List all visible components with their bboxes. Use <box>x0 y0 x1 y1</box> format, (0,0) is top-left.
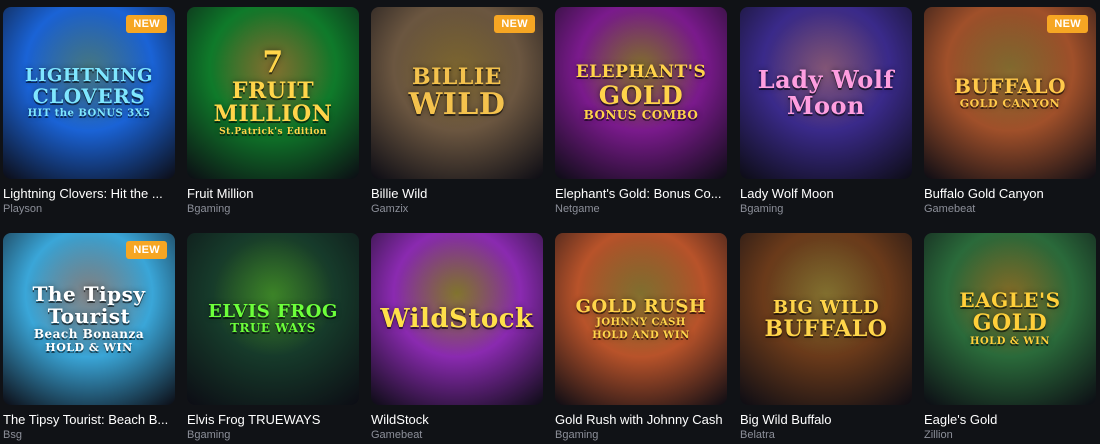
game-provider: Zillion <box>924 429 953 441</box>
game-logo-line: The Tipsy <box>32 281 146 306</box>
game-logo: ELVIS FROG TRUE WAYS <box>202 301 344 336</box>
game-card[interactable]: EAGLE'S GOLD HOLD & WIN Eagle's Gold Zillion <box>924 233 1096 441</box>
game-title[interactable]: Gold Rush with Johnny Cash <box>555 412 727 427</box>
game-card[interactable]: BILLIE WILD NEW Billie Wild Gamzix <box>371 7 543 215</box>
game-logo-line: GOLD <box>972 310 1048 337</box>
game-logo-line: JOHNNY CASH <box>596 317 686 329</box>
game-title[interactable]: Billie Wild <box>371 186 543 201</box>
game-thumbnail[interactable]: BILLIE WILD NEW <box>371 7 543 179</box>
game-card[interactable]: Lady Wolf Moon Lady Wolf Moon Bgaming <box>740 7 912 215</box>
game-card[interactable]: ELVIS FROG TRUE WAYS Elvis Frog TRUEWAYS Bg… <box>187 233 359 441</box>
new-badge: NEW <box>494 15 535 33</box>
game-title[interactable]: Fruit Million <box>187 186 359 201</box>
game-thumbnail[interactable]: BIG WILD BUFFALO <box>740 233 912 405</box>
game-logo-line: GOLD CANYON <box>959 96 1061 110</box>
game-provider: Bgaming <box>187 203 231 215</box>
game-logo: ELEPHANT'S GOLD BONUS COMBO <box>570 62 713 123</box>
game-logo-line: FRUIT <box>231 77 315 104</box>
game-logo-line: LIGHTNING <box>24 65 154 87</box>
game-thumbnail[interactable]: BUFFALO GOLD CANYON NEW <box>924 7 1096 179</box>
game-thumbnail[interactable]: Lady Wolf Moon <box>740 7 912 179</box>
game-title[interactable]: Eagle's Gold <box>924 412 1096 427</box>
game-logo-line: TRUE WAYS <box>230 321 316 336</box>
game-logo-line: WildStock <box>380 303 534 334</box>
game-title[interactable]: The Tipsy Tourist: Beach B... <box>3 412 175 427</box>
game-logo-line: Beach Bonanza <box>33 326 145 341</box>
game-card[interactable]: BUFFALO GOLD CANYON NEW Buffalo Gold Canyon… <box>924 7 1096 215</box>
game-provider: Bgaming <box>187 429 231 441</box>
game-logo: GOLD RUSH JOHNNY CASH HOLD AND WIN <box>570 295 713 341</box>
game-logo-line: MILLION <box>213 101 333 128</box>
game-logo-line: BILLIE <box>412 63 502 90</box>
game-title[interactable]: Buffalo Gold Canyon <box>924 186 1096 201</box>
game-logo-line: Tourist <box>47 303 131 328</box>
game-provider: Bgaming <box>740 203 784 215</box>
game-title[interactable]: Lady Wolf Moon <box>740 186 912 201</box>
artwork-glow <box>397 237 517 357</box>
game-logo-line: GOLD <box>598 80 684 110</box>
game-provider: Gamebeat <box>924 203 976 215</box>
game-thumbnail[interactable]: The Tipsy Tourist Beach Bonanza HOLD & WIN N… <box>3 233 175 405</box>
game-logo-line: 7 <box>262 45 284 81</box>
game-title[interactable]: Lightning Clovers: Hit the ... <box>3 186 175 201</box>
game-logo: Lady Wolf Moon <box>752 64 900 120</box>
game-provider: Netgame <box>555 203 600 215</box>
game-title[interactable]: Elvis Frog TRUEWAYS <box>187 412 359 427</box>
game-provider: Bsg <box>3 429 22 441</box>
game-logo-line: HOLD AND WIN <box>592 329 690 341</box>
game-provider: Gamzix <box>371 203 409 215</box>
game-logo-line: GOLD RUSH <box>575 295 707 317</box>
game-provider: Bgaming <box>555 429 599 441</box>
game-thumbnail[interactable]: GOLD RUSH JOHNNY CASH HOLD AND WIN <box>555 233 727 405</box>
game-logo-line: HOLD & WIN <box>970 336 1050 348</box>
new-badge: NEW <box>1047 15 1088 33</box>
game-card[interactable]: 7 FRUIT MILLION St.Patrick's Edition Fruit M… <box>187 7 359 215</box>
game-card[interactable]: WildStock WildStock Gamebeat <box>371 233 543 441</box>
game-thumbnail[interactable]: ELVIS FROG TRUE WAYS <box>187 233 359 405</box>
game-logo: BIG WILD BUFFALO <box>759 296 894 342</box>
game-logo: BILLIE WILD <box>403 63 512 122</box>
game-logo: WildStock <box>374 303 539 334</box>
game-thumbnail[interactable]: ELEPHANT'S GOLD BONUS COMBO <box>555 7 727 179</box>
game-grid: LIGHTNING CLOVERS HIT the BONUS 3X5 NEW Ligh… <box>0 0 1100 444</box>
game-provider: Playson <box>3 203 43 215</box>
game-logo-line: HIT the BONUS 3X5 <box>27 108 151 120</box>
game-card[interactable]: GOLD RUSH JOHNNY CASH HOLD AND WIN Gold Rus… <box>555 233 727 441</box>
game-logo: LIGHTNING CLOVERS HIT the BONUS 3X5 <box>19 67 159 119</box>
game-logo-line: Moon <box>786 90 865 120</box>
new-badge: NEW <box>126 241 167 259</box>
game-logo-line: ELEPHANT'S <box>575 62 707 83</box>
new-badge: NEW <box>126 15 167 33</box>
game-card[interactable]: LIGHTNING CLOVERS HIT the BONUS 3X5 NEW Ligh… <box>3 7 175 215</box>
game-provider: Belatra <box>740 429 775 441</box>
game-card[interactable]: BIG WILD BUFFALO Big Wild Buffalo Belatra <box>740 233 912 441</box>
game-logo: The Tipsy Tourist Beach Bonanza HOLD & WIN <box>27 281 152 354</box>
game-logo-line: BIG WILD <box>772 296 880 318</box>
game-logo: 7 FRUIT MILLION St.Patrick's Edition <box>208 45 339 138</box>
game-logo-line: WILD <box>408 86 506 122</box>
game-logo: EAGLE'S GOLD HOLD & WIN <box>953 288 1066 348</box>
game-thumbnail[interactable]: EAGLE'S GOLD HOLD & WIN <box>924 233 1096 405</box>
game-logo-line: EAGLE'S <box>959 288 1061 313</box>
game-provider: Gamebeat <box>371 429 423 441</box>
game-logo: BUFFALO GOLD CANYON <box>948 73 1072 110</box>
game-card[interactable]: The Tipsy Tourist Beach Bonanza HOLD & WIN N… <box>3 233 175 441</box>
game-logo-line: CLOVERS <box>32 84 146 109</box>
game-title[interactable]: Elephant's Gold: Bonus Co... <box>555 186 727 201</box>
game-card[interactable]: ELEPHANT'S GOLD BONUS COMBO Elephant's Gold… <box>555 7 727 215</box>
game-thumbnail[interactable]: WildStock <box>371 233 543 405</box>
game-logo-line: BONUS COMBO <box>583 108 699 123</box>
game-title[interactable]: WildStock <box>371 412 543 427</box>
game-logo-line: Lady Wolf <box>757 64 895 94</box>
game-title[interactable]: Big Wild Buffalo <box>740 412 912 427</box>
game-logo-line: St.Patrick's Edition <box>219 127 327 138</box>
game-thumbnail[interactable]: 7 FRUIT MILLION St.Patrick's Edition <box>187 7 359 179</box>
artwork-glow <box>213 237 333 357</box>
game-logo-line: HOLD & WIN <box>45 340 133 354</box>
game-logo-line: ELVIS FROG <box>208 301 338 323</box>
game-logo-line: BUFFALO <box>764 315 888 342</box>
game-logo-line: BUFFALO <box>953 73 1067 98</box>
game-thumbnail[interactable]: LIGHTNING CLOVERS HIT the BONUS 3X5 NEW <box>3 7 175 179</box>
